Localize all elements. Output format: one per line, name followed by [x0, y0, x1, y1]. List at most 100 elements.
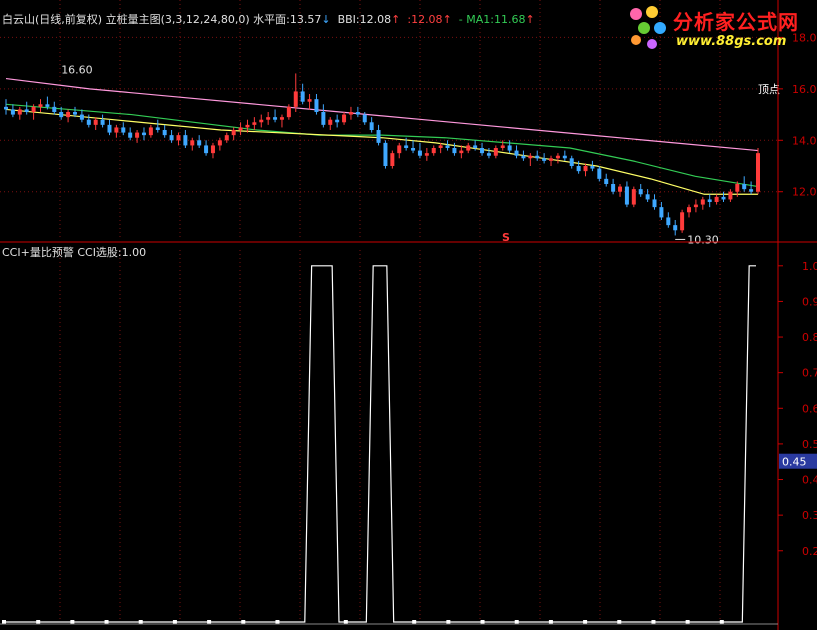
candle-body: [93, 119, 98, 125]
chart-period: (日线,前复权): [35, 13, 103, 26]
candle-body: [631, 189, 636, 205]
indicator-panel: 0.2 0.3 0.4 0.5 0.6 0.7 0.8 0.9 1.0 0.45: [2, 250, 817, 624]
candle-body: [604, 178, 609, 184]
candle-body: [279, 117, 284, 120]
signal-label: CCI选股:: [77, 246, 122, 259]
candle-body: [445, 145, 450, 148]
up-arrow-icon: ↑: [442, 13, 452, 26]
candle-body: [735, 184, 740, 192]
candle-body: [466, 145, 471, 151]
price-tick-label: 14.0: [792, 134, 817, 147]
signal-tick-label: 1.0: [802, 260, 817, 273]
candle-body: [528, 155, 533, 159]
logo-title: 分析家公式网: [673, 10, 799, 34]
candle-body: [693, 204, 698, 208]
candle-body: [66, 112, 71, 118]
bbi-value: 12.08: [359, 13, 392, 26]
candle-body: [4, 106, 8, 110]
high-price-annotation: 16.60: [61, 63, 92, 76]
candle-body: [611, 184, 616, 192]
candle-body: [314, 99, 319, 112]
candle-body: [38, 104, 43, 107]
candle-body: [24, 109, 29, 112]
candle-body: [742, 184, 747, 190]
candle-body: [542, 158, 547, 161]
candle-body: [514, 150, 519, 156]
moving-average-line: [5, 108, 758, 195]
candle-body: [659, 207, 664, 218]
candle-body: [162, 130, 167, 136]
candle-body: [756, 153, 760, 192]
candle-body: [190, 140, 195, 146]
candle-body: [638, 189, 643, 195]
signal-point: [207, 620, 212, 624]
candle-body: [273, 117, 278, 120]
signal-point: [480, 620, 485, 624]
candle-body: [417, 150, 422, 156]
signal-point: [104, 620, 109, 624]
candle-body: [217, 140, 222, 146]
candle-body: [562, 155, 567, 159]
candle-body: [31, 106, 36, 112]
price-tick-label: 16.0: [792, 83, 817, 96]
candle-body: [197, 140, 202, 146]
logo-url: www.88gs.com: [676, 34, 787, 49]
signal-point: [138, 620, 143, 624]
signal-value: 1.00: [121, 246, 147, 259]
signal-point: [548, 620, 553, 624]
candle-body: [652, 199, 657, 208]
candle-body: [500, 145, 505, 148]
candle-body: [10, 109, 15, 115]
candle-body: [597, 168, 602, 179]
ma-value: 11.68: [493, 13, 526, 26]
candle-body: [618, 186, 623, 192]
candle-body: [369, 122, 374, 130]
chart-canvas: 12.014.016.018.016.6010.30顶点S 0.20.30.40…: [0, 0, 817, 630]
candle-body: [493, 148, 498, 156]
candle-body: [728, 191, 733, 200]
candle-body: [155, 127, 160, 130]
price-tick-label: 12.0: [792, 186, 817, 199]
candle-body: [535, 155, 540, 159]
candle-body: [321, 112, 326, 125]
candle-body: [17, 109, 22, 115]
candle-body: [100, 119, 105, 125]
candle-body: [452, 148, 457, 154]
signal-line: [4, 265, 756, 623]
candle-body: [576, 166, 581, 172]
candle-body: [404, 145, 409, 148]
current-value-label: 0.45: [782, 456, 807, 469]
signal-tick-label: 0.5: [802, 438, 817, 451]
price-panel-header: 白云山(日线,前复权) 立桩量主图(3,3,12,24,80,0) 水平面:13…: [2, 11, 535, 27]
candle-body: [224, 135, 229, 141]
candle-body: [342, 114, 347, 123]
candle-body: [673, 225, 678, 231]
candle-body: [204, 145, 209, 154]
candle-body: [666, 217, 671, 226]
candle-body: [707, 199, 712, 202]
low-price-annotation: 10.30: [687, 233, 719, 246]
indicator-panel-header: CCI+量比预警 CCI选股:1.00: [2, 244, 146, 260]
candle-body: [411, 148, 416, 151]
candle-body: [749, 189, 754, 192]
signal-point: [275, 620, 280, 624]
candle-body: [687, 207, 692, 213]
candle-body: [231, 130, 236, 136]
signal-tick-label: 0.7: [802, 367, 817, 380]
signal-tick-label: 0.6: [802, 402, 817, 415]
security-name: 白云山: [2, 13, 35, 26]
candle-body: [307, 99, 312, 102]
down-arrow-icon: ↓: [321, 13, 331, 26]
candle-body: [59, 112, 64, 118]
signal-point: [70, 620, 75, 624]
signal-point: [412, 620, 417, 624]
candle-body: [507, 145, 512, 151]
candle-body: [266, 117, 271, 120]
signal-tick-label: 0.8: [802, 331, 817, 344]
candle-body: [135, 132, 140, 138]
candle-body: [680, 212, 685, 231]
signal-tick-label: 0.4: [802, 474, 817, 487]
signal-point: [172, 620, 177, 624]
candle-body: [714, 196, 719, 202]
level-value: 13.57: [289, 13, 322, 26]
